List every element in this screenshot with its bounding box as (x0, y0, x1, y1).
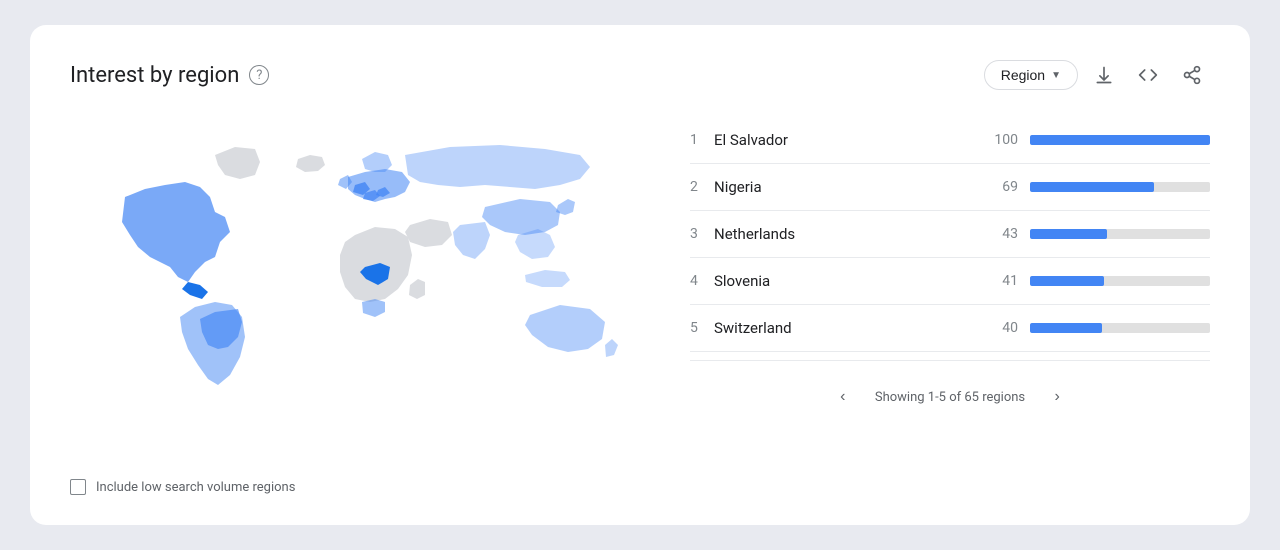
low-volume-checkbox[interactable] (70, 479, 86, 495)
map-section: Include low search volume regions (70, 117, 650, 495)
table-row: 2 Nigeria 69 (690, 164, 1210, 211)
help-icon[interactable]: ? (249, 65, 269, 85)
prev-page-button[interactable]: ‹ (827, 381, 859, 413)
rank-number: 5 (690, 320, 714, 336)
main-content: Include low search volume regions 1 El S… (70, 117, 1210, 495)
table-row: 3 Netherlands 43 (690, 211, 1210, 258)
score-value: 100 (982, 132, 1018, 148)
table-row: 1 El Salvador 100 (690, 117, 1210, 164)
score-bar-fill (1030, 229, 1107, 239)
page-title: Interest by region (70, 63, 239, 88)
country-name: Slovenia (714, 272, 982, 290)
score-value: 43 (982, 226, 1018, 242)
country-name: Switzerland (714, 319, 982, 337)
low-volume-checkbox-row: Include low search volume regions (70, 479, 650, 495)
score-value: 69 (982, 179, 1018, 195)
country-name: El Salvador (714, 131, 982, 149)
score-bar (1030, 276, 1210, 286)
country-name: Nigeria (714, 178, 982, 196)
rank-number: 4 (690, 273, 714, 289)
region-dropdown[interactable]: Region ▼ (984, 60, 1078, 90)
header-left: Interest by region ? (70, 63, 269, 88)
score-bar-fill (1030, 276, 1104, 286)
rank-number: 3 (690, 226, 714, 242)
card-header: Interest by region ? Region ▼ (70, 57, 1210, 93)
score-bar-fill (1030, 182, 1154, 192)
share-button[interactable] (1174, 57, 1210, 93)
header-right: Region ▼ (984, 57, 1210, 93)
country-name: Netherlands (714, 225, 982, 243)
download-button[interactable] (1086, 57, 1122, 93)
rank-number: 2 (690, 179, 714, 195)
score-value: 40 (982, 320, 1018, 336)
table-row: 5 Switzerland 40 (690, 305, 1210, 352)
regions-list: 1 El Salvador 100 2 Nigeria 69 3 Netherl… (650, 117, 1210, 495)
score-bar-fill (1030, 323, 1102, 333)
score-bar (1030, 323, 1210, 333)
chevron-down-icon: ▼ (1051, 70, 1061, 81)
score-value: 41 (982, 273, 1018, 289)
score-bar (1030, 229, 1210, 239)
world-map (70, 117, 650, 457)
next-page-button[interactable]: › (1041, 381, 1073, 413)
score-bar (1030, 135, 1210, 145)
rank-number: 1 (690, 132, 714, 148)
low-volume-label: Include low search volume regions (96, 480, 295, 495)
table-row: 4 Slovenia 41 (690, 258, 1210, 305)
score-bar-fill (1030, 135, 1210, 145)
interest-by-region-card: Interest by region ? Region ▼ (30, 25, 1250, 525)
embed-button[interactable] (1130, 57, 1166, 93)
pagination-text: Showing 1-5 of 65 regions (875, 390, 1025, 405)
score-bar (1030, 182, 1210, 192)
pagination: ‹ Showing 1-5 of 65 regions › (690, 381, 1210, 413)
